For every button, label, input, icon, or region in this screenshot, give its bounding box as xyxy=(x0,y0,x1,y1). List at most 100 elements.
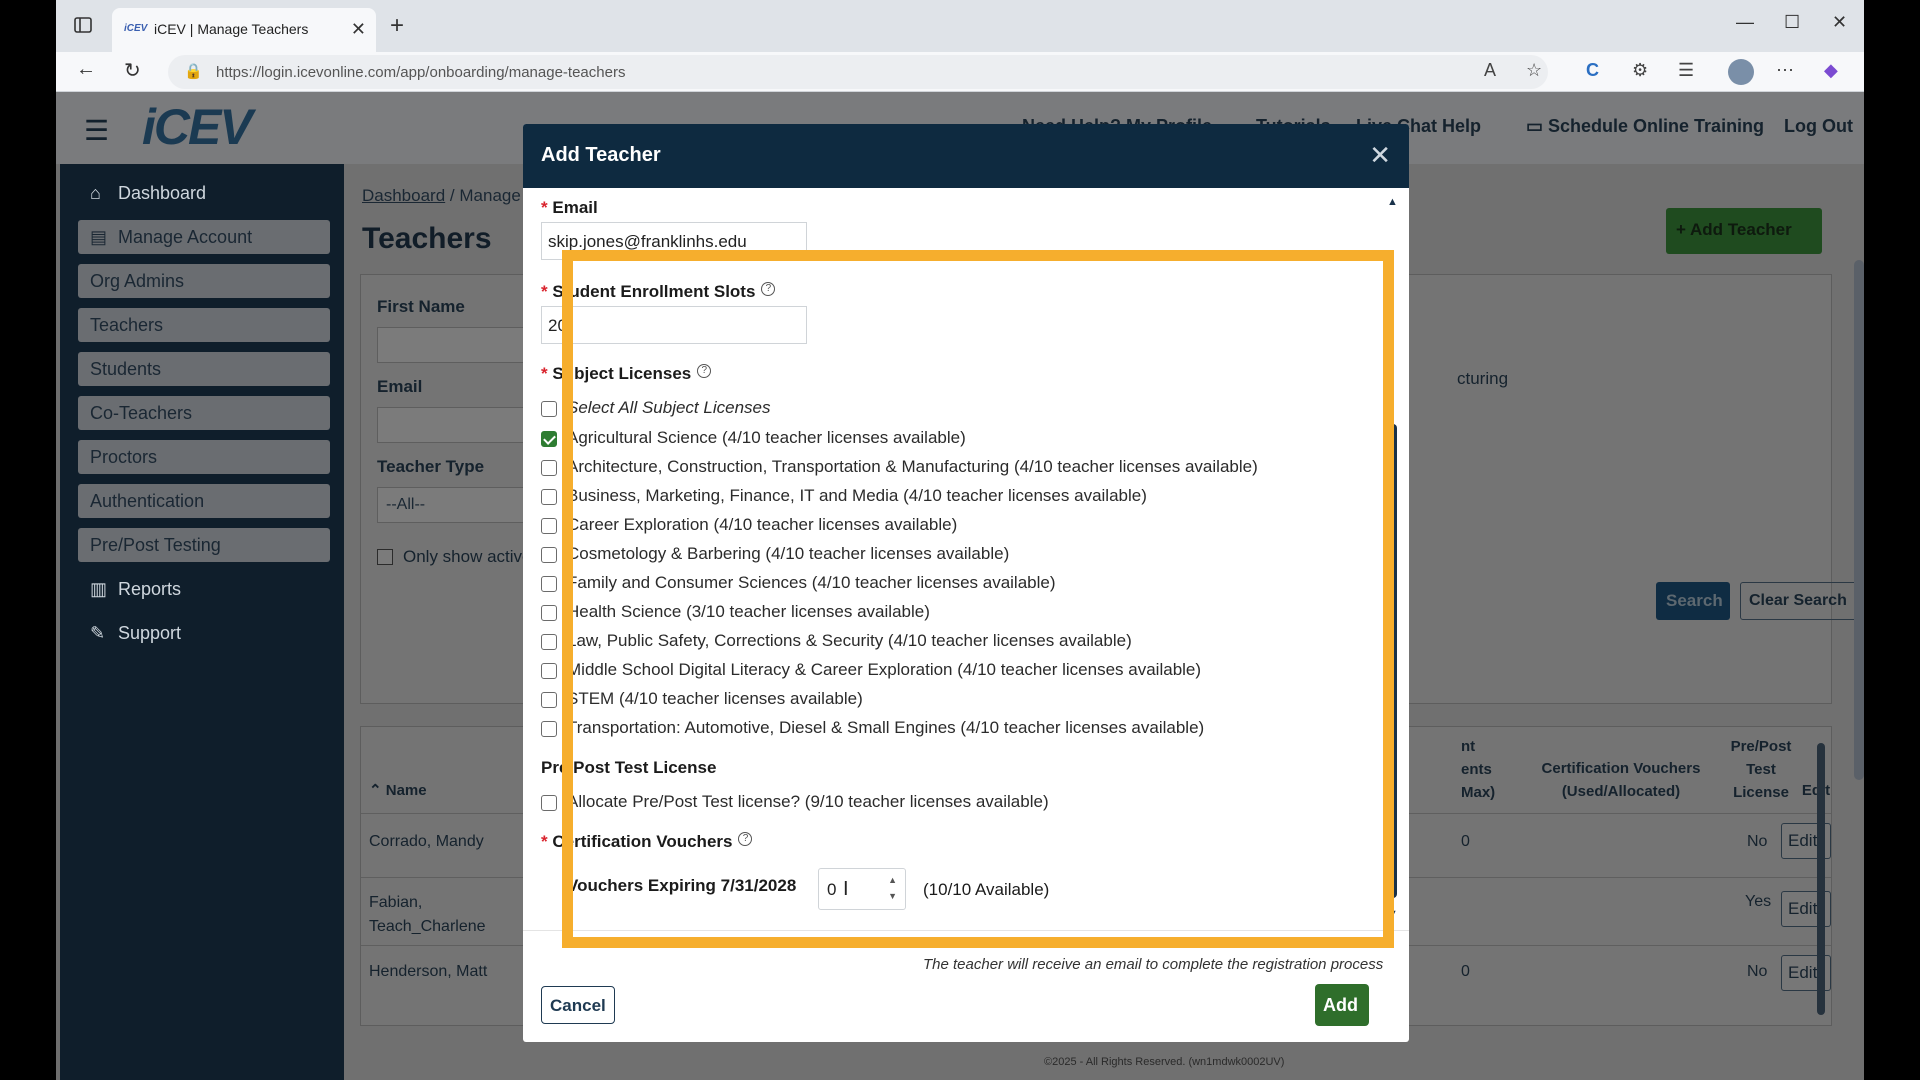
favorites-list-icon[interactable]: ☰ xyxy=(1678,60,1694,81)
address-bar[interactable]: 🔒 https://login.icevonline.com/app/onboa… xyxy=(168,55,1548,89)
page-footer: ©2025 - All Rights Reserved. (wn1mdwk000… xyxy=(1044,1056,1285,1068)
email-label: * Email xyxy=(541,198,598,217)
vouchers-available: (10/10 Available) xyxy=(923,880,1050,899)
checkbox[interactable] xyxy=(541,692,557,708)
monitor-icon: ▭ xyxy=(1526,116,1549,136)
checkbox[interactable] xyxy=(541,460,557,476)
sidebar-item-students[interactable]: Students xyxy=(78,352,330,386)
scroll-up-icon[interactable]: ▲ xyxy=(1387,196,1398,208)
logout-link[interactable]: Log Out xyxy=(1784,116,1853,137)
checkbox[interactable] xyxy=(541,401,557,417)
checkbox[interactable] xyxy=(541,634,557,650)
scroll-down-icon[interactable]: ▼ xyxy=(1387,908,1398,920)
hamburger-menu-icon[interactable]: ☰ xyxy=(84,114,109,147)
extensions-icon[interactable]: ⚙ xyxy=(1632,60,1648,81)
favorite-star-icon[interactable]: ☆ xyxy=(1526,60,1542,81)
lock-icon: 🔒 xyxy=(184,63,203,80)
email-input[interactable]: skip.jones@franklinhs.edu xyxy=(541,222,807,260)
add-teacher-modal: Add Teacher ✕ * Email skip.jones@frankli… xyxy=(523,124,1409,1042)
checkbox-checked[interactable] xyxy=(541,431,557,447)
new-tab-icon[interactable]: + xyxy=(390,12,404,40)
row-students: 0 xyxy=(1461,833,1470,850)
close-window-icon[interactable]: ✕ xyxy=(1832,12,1847,33)
sidebar-item-proctors[interactable]: Proctors xyxy=(78,440,330,474)
filter-text-partial: cturing xyxy=(1457,369,1509,388)
cancel-button[interactable]: Cancel xyxy=(541,986,615,1024)
icev-logo[interactable]: iCEV xyxy=(142,98,253,156)
checkbox[interactable] xyxy=(541,547,557,563)
schedule-training-link[interactable]: ▭ Schedule Online Training xyxy=(1526,116,1764,137)
home-icon: ⌂ xyxy=(90,183,101,203)
table-scrollbar[interactable] xyxy=(1817,743,1825,1015)
row-prepost: Yes xyxy=(1745,893,1772,910)
sidebar-item-org-admins[interactable]: Org Admins xyxy=(78,264,330,298)
modal-header: Add Teacher ✕ xyxy=(523,124,1409,188)
favicon: iCEV xyxy=(124,23,148,34)
add-teacher-button[interactable]: + Add Teacher xyxy=(1666,208,1822,254)
modal-close-icon[interactable]: ✕ xyxy=(1369,140,1391,171)
sidebar-item-reports[interactable]: ▥ Reports xyxy=(78,572,330,606)
page-scrollbar[interactable] xyxy=(1854,260,1864,780)
checkbox[interactable] xyxy=(541,576,557,592)
subject-licenses-label: * Subject Licenses? xyxy=(541,364,712,384)
help-icon[interactable]: ? xyxy=(761,282,776,296)
sidebar: ⌂ Dashboard ▤ Manage Account Org Admins Te… xyxy=(60,164,344,1080)
tab-title: iCEV | Manage Teachers xyxy=(154,21,309,37)
decrement-icon[interactable]: ▼ xyxy=(888,891,897,901)
tab-close-icon[interactable]: ✕ xyxy=(351,19,366,40)
checkbox[interactable] xyxy=(541,795,557,811)
modal-scrollbar[interactable] xyxy=(1389,424,1397,898)
chart-icon: ▥ xyxy=(90,579,108,599)
wrench-icon: ✎ xyxy=(90,623,106,643)
maximize-icon[interactable]: ☐ xyxy=(1784,12,1800,33)
modal-title: Add Teacher xyxy=(541,144,661,166)
email-filter-label: Email xyxy=(377,377,423,396)
search-button[interactable]: Search xyxy=(1656,582,1730,620)
col-name-header[interactable]: ⌃ Name xyxy=(369,779,427,802)
add-button[interactable]: Add xyxy=(1315,984,1369,1026)
sort-icon: ⌃ xyxy=(369,782,386,799)
sidebar-item-teachers[interactable]: Teachers xyxy=(78,308,330,342)
help-icon[interactable]: ? xyxy=(738,832,753,846)
screen: iCEV iCEV | Manage Teachers ✕ + — ☐ ✕ ← … xyxy=(0,0,1920,1080)
browser-tab-active[interactable]: iCEV iCEV | Manage Teachers ✕ xyxy=(112,8,376,52)
sidebar-item-dashboard[interactable]: ⌂ Dashboard xyxy=(78,176,330,210)
row-name: Corrado, Mandy xyxy=(369,833,484,850)
sidebar-item-co-teachers[interactable]: Co-Teachers xyxy=(78,396,330,430)
profile-avatar[interactable] xyxy=(1728,59,1754,85)
refresh-icon[interactable]: ↻ xyxy=(124,58,141,83)
extension-c-icon[interactable]: C xyxy=(1586,60,1599,81)
vouchers-expiring-label: Vouchers Expiring 7/31/2028 xyxy=(567,876,797,895)
copilot-icon[interactable]: ◆ xyxy=(1824,60,1838,81)
checkbox[interactable] xyxy=(541,518,557,534)
checkbox[interactable] xyxy=(541,605,557,621)
certification-vouchers-label: * Certification Vouchers? xyxy=(541,832,753,852)
vouchers-value: 0 xyxy=(827,880,837,899)
read-aloud-icon[interactable]: A xyxy=(1484,60,1496,81)
checkbox[interactable] xyxy=(541,663,557,679)
minimize-icon[interactable]: — xyxy=(1736,12,1754,33)
text-cursor-icon: I xyxy=(843,878,849,900)
sidebar-item-support[interactable]: ✎ Support xyxy=(78,616,330,650)
enrollment-slots-input[interactable]: 20 xyxy=(541,306,807,344)
increment-icon[interactable]: ▲ xyxy=(888,875,897,885)
sidebar-item-prepost-testing[interactable]: Pre/Post Testing xyxy=(78,528,330,562)
help-icon[interactable]: ? xyxy=(697,364,712,378)
first-name-label: First Name xyxy=(377,297,465,316)
tab-strip: iCEV iCEV | Manage Teachers ✕ + — ☐ ✕ xyxy=(56,0,1864,52)
breadcrumb-dashboard-link[interactable]: Dashboard xyxy=(362,186,445,205)
back-icon[interactable]: ← xyxy=(76,58,96,81)
registration-note: The teacher will receive an email to com… xyxy=(923,956,1384,973)
checkbox[interactable] xyxy=(541,721,557,737)
browser-window: iCEV iCEV | Manage Teachers ✕ + — ☐ ✕ ← … xyxy=(56,0,1864,1080)
teacher-type-label: Teacher Type xyxy=(377,457,485,476)
more-menu-icon[interactable]: ⋯ xyxy=(1776,60,1794,81)
clear-search-button[interactable]: Clear Search xyxy=(1740,582,1858,620)
vouchers-quantity-stepper[interactable]: 0 I ▲ ▼ xyxy=(818,868,906,910)
sidebar-toggle-icon[interactable] xyxy=(72,14,96,38)
checkbox[interactable] xyxy=(541,489,557,505)
sidebar-item-authentication[interactable]: Authentication xyxy=(78,484,330,518)
sidebar-item-manage-account[interactable]: ▤ Manage Account xyxy=(78,220,330,254)
row-students: 0 xyxy=(1461,963,1470,980)
only-show-active-checkbox[interactable] xyxy=(377,549,393,565)
